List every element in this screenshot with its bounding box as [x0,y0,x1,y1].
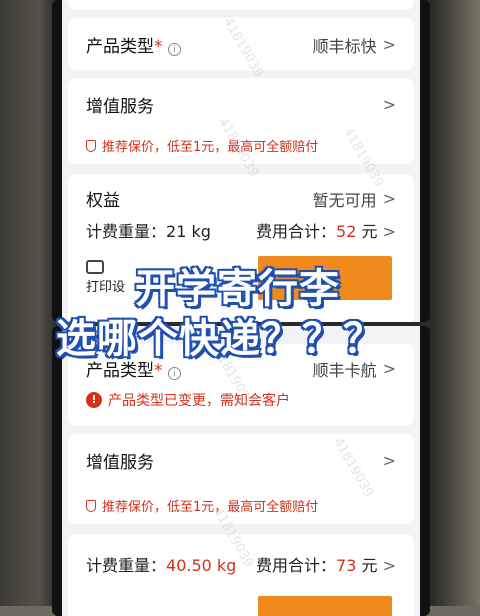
value-added-label: 增值服务 [86,97,154,117]
weight-value: 21 kg [166,222,211,241]
error-icon: ! [86,392,102,408]
chevron-right-icon[interactable]: > [383,556,396,575]
print-label: 打印设 [86,280,126,295]
insurance-note: 推荐保价，低至1元，最高可全额赔付 [102,140,319,155]
top-card-fragment [68,0,414,10]
total-value: 52 [336,222,357,241]
shield-icon [86,499,96,512]
chevron-right-icon[interactable]: > [383,35,396,54]
product-type-card[interactable]: 产品类型* i 顺丰标快 > [68,18,414,70]
shield-icon [86,139,96,152]
required-mark: * [154,361,163,381]
rights-label: 权益 [86,191,120,211]
chevron-right-icon[interactable]: > [383,222,396,241]
total-label: 费用合计： [256,222,337,241]
rights-value: 暂无可用 [312,190,377,210]
total-unit: 元 [361,222,378,241]
chevron-right-icon[interactable]: > [383,189,396,208]
insurance-note: 推荐保价，低至1元，最高可全额赔付 [102,500,319,515]
total-value: 73 [336,556,357,575]
product-type-label: 产品类型 [86,361,154,381]
chevron-right-icon[interactable]: > [383,359,396,378]
overlay-title-line2: 选哪个快递？？？ [55,315,385,364]
bottom-phone: 产品类型* i 顺丰卡航 > ! 产品类型已变更，需知会客户 增值服务 > 推荐… [52,326,430,616]
value-added-card[interactable]: 增值服务 > 推荐保价，低至1元，最高可全额赔付 [68,78,414,164]
bottom-screen: 产品类型* i 顺丰卡航 > ! 产品类型已变更，需知会客户 增值服务 > 推荐… [62,326,420,616]
weight-label: 计费重量： [86,556,167,575]
changed-note: 产品类型已变更，需知会客户 [108,393,290,409]
submit-button-bottom[interactable] [258,596,392,616]
chevron-right-icon[interactable]: > [383,95,396,114]
chevron-right-icon[interactable]: > [383,451,396,470]
total-unit: 元 [361,556,378,575]
value-added-card-bottom[interactable]: 增值服务 > 推荐保价，低至1元，最高可全额赔付 [68,434,414,524]
product-type-value: 顺丰标快 [312,36,377,56]
summary-card-bottom: 计费重量：40.50 kg 费用合计：73 元 > [68,534,414,616]
total-label: 费用合计： [256,556,337,575]
weight-value: 40.50 kg [166,556,237,575]
value-added-label: 增值服务 [86,453,154,473]
info-icon[interactable]: i [167,43,181,56]
weight-label: 计费重量： [86,222,167,241]
required-mark: * [154,37,163,57]
info-icon[interactable]: i [167,367,181,380]
product-type-label: 产品类型 [86,37,154,57]
printer-icon [86,260,104,274]
print-settings[interactable]: 打印设 [86,260,125,295]
